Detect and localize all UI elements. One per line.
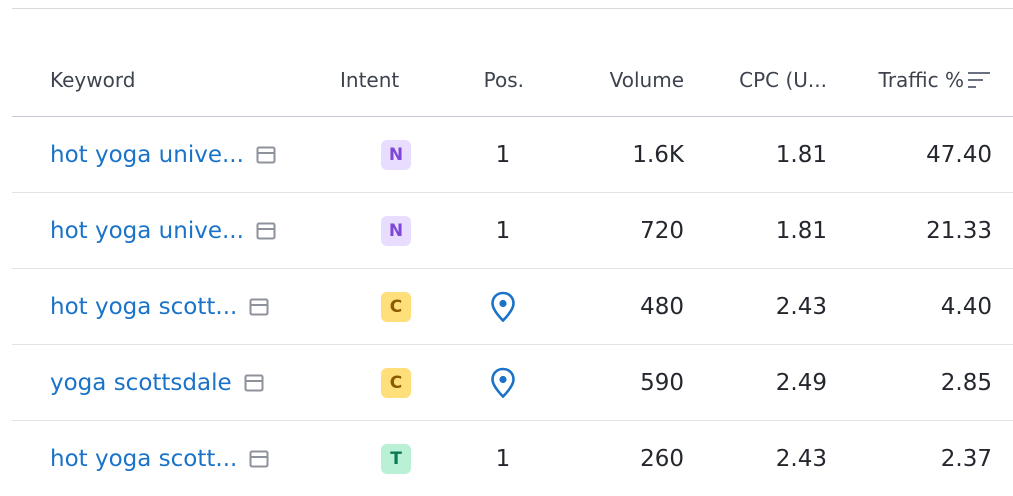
volume-cell: 720 xyxy=(640,217,684,244)
position-cell xyxy=(482,345,524,420)
traffic-cell: 4.40 xyxy=(940,293,992,320)
table-row: hot yoga scott... C 480 2.43 4.40 xyxy=(12,269,1013,345)
position-cell: 1 xyxy=(482,421,524,496)
volume-cell: 590 xyxy=(640,369,684,396)
serp-features-icon[interactable] xyxy=(249,298,269,316)
keyword-link[interactable]: hot yoga unive... xyxy=(50,218,244,244)
position-value: 1 xyxy=(495,445,511,472)
intent-badge: C xyxy=(381,367,411,398)
volume-cell: 480 xyxy=(640,293,684,320)
top-divider xyxy=(12,8,1013,9)
header-intent[interactable]: Intent xyxy=(340,44,420,116)
position-cell: 1 xyxy=(482,117,524,192)
serp-features-icon[interactable] xyxy=(256,146,276,164)
volume-cell: 1.6K xyxy=(632,141,684,168)
volume-cell: 260 xyxy=(640,445,684,472)
intent-badge: T xyxy=(381,443,411,474)
header-traffic[interactable]: Traffic % xyxy=(832,44,992,116)
intent-cell: C xyxy=(360,345,432,420)
position-cell: 1 xyxy=(482,193,524,268)
position-cell xyxy=(482,269,524,344)
cpc-cell: 1.81 xyxy=(775,141,827,168)
cpc-cell: 1.81 xyxy=(775,217,827,244)
table-body: hot yoga unive... N 1 1.6K 1.81 47.40 ho… xyxy=(12,117,1013,496)
intent-badge: N xyxy=(381,215,411,246)
table-row: hot yoga unive... N 1 1.6K 1.81 47.40 xyxy=(12,117,1013,193)
traffic-cell: 47.40 xyxy=(926,141,992,168)
keyword-link[interactable]: hot yoga scott... xyxy=(50,446,237,472)
table-row: hot yoga scott... T 1 260 2.43 2.37 xyxy=(12,421,1013,496)
traffic-cell: 2.85 xyxy=(940,369,992,396)
keyword-link[interactable]: hot yoga scott... xyxy=(50,294,237,320)
sort-descending-icon[interactable] xyxy=(966,70,992,90)
position-value: 1 xyxy=(495,141,511,168)
serp-features-icon[interactable] xyxy=(244,374,264,392)
intent-cell: N xyxy=(360,193,432,268)
keyword-link[interactable]: hot yoga unive... xyxy=(50,142,244,168)
position-value: 1 xyxy=(495,217,511,244)
intent-cell: T xyxy=(360,421,432,496)
table-header: Keyword Intent Pos. Volume CPC (U... Tra… xyxy=(12,44,1013,117)
header-traffic-label: Traffic % xyxy=(878,68,964,92)
keyword-cell: hot yoga scott... xyxy=(50,421,340,496)
serp-features-icon[interactable] xyxy=(249,450,269,468)
cpc-cell: 2.49 xyxy=(775,369,827,396)
keyword-cell: hot yoga unive... xyxy=(50,193,340,268)
intent-cell: C xyxy=(360,269,432,344)
cpc-cell: 2.43 xyxy=(775,293,827,320)
location-pin-icon xyxy=(491,367,515,398)
header-cpc[interactable]: CPC (U... xyxy=(702,44,827,116)
cpc-cell: 2.43 xyxy=(775,445,827,472)
table-row: yoga scottsdale C 590 2.49 2.85 xyxy=(12,345,1013,421)
serp-features-icon[interactable] xyxy=(256,222,276,240)
header-keyword[interactable]: Keyword xyxy=(50,44,340,116)
location-pin-icon xyxy=(491,291,515,322)
intent-badge: N xyxy=(381,139,411,170)
keyword-cell: yoga scottsdale xyxy=(50,345,340,420)
keywords-table: Keyword Intent Pos. Volume CPC (U... Tra… xyxy=(12,44,1013,496)
keyword-cell: hot yoga scott... xyxy=(50,269,340,344)
keyword-cell: hot yoga unive... xyxy=(50,117,340,192)
traffic-cell: 21.33 xyxy=(926,217,992,244)
header-position[interactable]: Pos. xyxy=(452,44,524,116)
traffic-cell: 2.37 xyxy=(940,445,992,472)
header-volume[interactable]: Volume xyxy=(572,44,684,116)
table-row: hot yoga unive... N 1 720 1.81 21.33 xyxy=(12,193,1013,269)
keyword-link[interactable]: yoga scottsdale xyxy=(50,370,232,396)
intent-badge: C xyxy=(381,291,411,322)
intent-cell: N xyxy=(360,117,432,192)
